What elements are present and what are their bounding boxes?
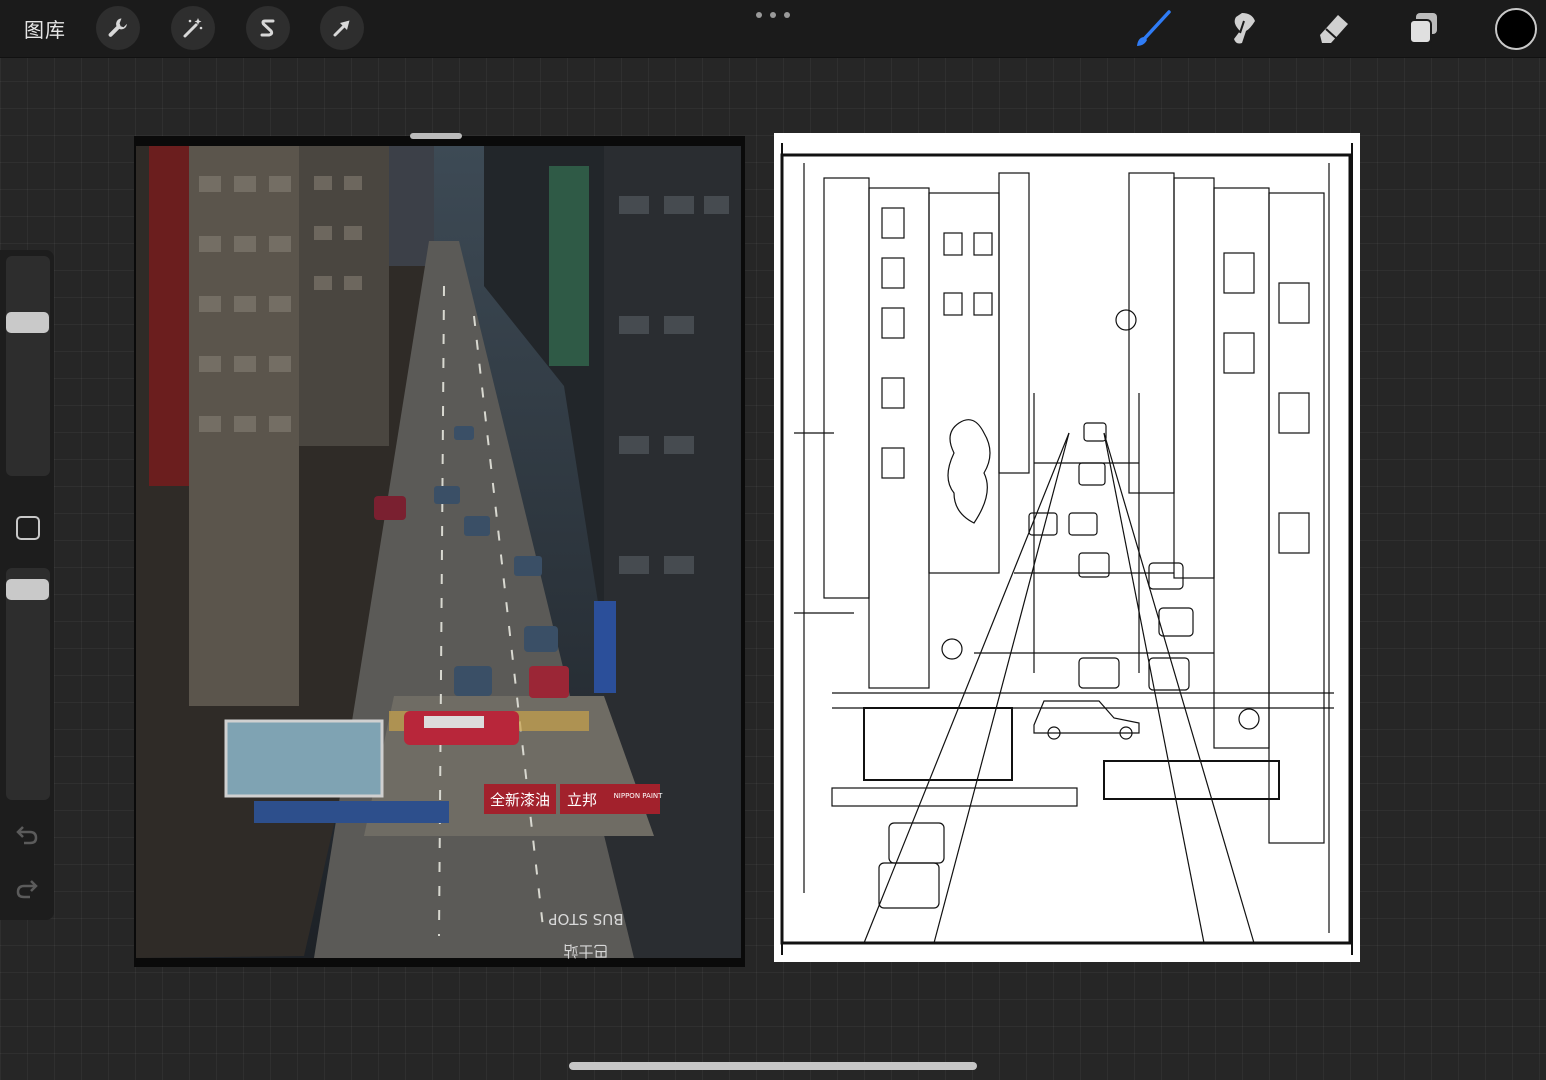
magic-wand-icon [183, 18, 203, 38]
gallery-button[interactable]: 图库 [24, 14, 66, 43]
layers-icon [1409, 13, 1437, 44]
more-options-button[interactable] [756, 6, 790, 24]
road-marking-bus-stop-chinese: 巴士站 [563, 942, 608, 960]
smudge-tool-button[interactable] [1222, 9, 1262, 49]
adjustments-button[interactable] [171, 6, 215, 50]
left-sidebar [0, 250, 54, 920]
actions-button[interactable] [96, 6, 140, 50]
modify-square-icon[interactable] [16, 516, 40, 540]
layers-button[interactable] [1402, 9, 1442, 49]
road-marking-bus-stop: BUS STOP [548, 910, 623, 928]
selection-s-icon [260, 19, 275, 37]
sign-nippon-latin: NIPPON PAINT [614, 792, 664, 800]
reference-photo-image: 全新漆油 立邦 NIPPON PAINT BUS STOP 巴士站 [134, 136, 745, 967]
top-toolbar: 图库 [0, 0, 1546, 58]
home-indicator[interactable] [569, 1062, 977, 1070]
brush-size-handle[interactable] [6, 311, 49, 333]
selection-button[interactable] [246, 6, 290, 50]
opacity-slider[interactable] [6, 568, 50, 800]
brush-icon [1137, 10, 1171, 46]
reference-photo[interactable]: 全新漆油 立邦 NIPPON PAINT BUS STOP 巴士站 [134, 136, 745, 967]
dot [770, 12, 776, 18]
eraser-icon [1320, 15, 1348, 43]
brush-tool-button[interactable] [1132, 9, 1172, 49]
drawing-canvas[interactable] [774, 133, 1360, 962]
redo-button[interactable] [13, 874, 41, 902]
redo-icon [16, 880, 38, 899]
sketch-drawing [780, 143, 1353, 955]
smudge-icon [1234, 13, 1255, 44]
undo-icon [16, 826, 38, 845]
wrench-icon [108, 18, 127, 37]
sign-paint: 全新漆油 [490, 791, 550, 809]
brush-size-slider[interactable] [6, 256, 50, 476]
dot [756, 12, 762, 18]
dot [784, 12, 790, 18]
sign-nippon: 立邦 [567, 791, 597, 809]
transform-button[interactable] [320, 6, 364, 50]
eraser-tool-button[interactable] [1312, 9, 1352, 49]
arrow-cursor-icon [333, 20, 350, 37]
color-picker-button[interactable] [1495, 8, 1537, 50]
opacity-handle[interactable] [6, 578, 49, 600]
undo-button[interactable] [13, 820, 41, 848]
panel-drag-handle[interactable] [410, 133, 462, 139]
